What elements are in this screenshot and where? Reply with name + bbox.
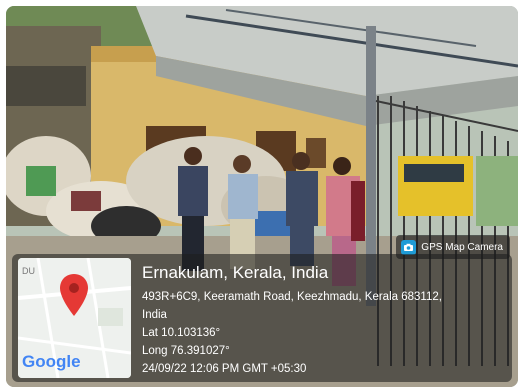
gps-camera-label: GPS Map Camera [421, 241, 503, 253]
mini-map: DU Google [18, 258, 131, 378]
google-logo: Google [22, 352, 81, 371]
address-line-2: India [142, 309, 167, 321]
map-pin-icon [58, 272, 90, 323]
datetime: 24/09/22 12:06 PM GMT +05:30 [142, 363, 307, 375]
address-line-1: 493R+6C9, Keeramath Road, Keezhmadu, Ker… [142, 291, 442, 303]
latitude: Lat 10.103136° [142, 327, 221, 339]
location-text: Ernakulam, Kerala, India 493R+6C9, Keera… [142, 262, 506, 378]
camera-icon [401, 239, 417, 255]
location-overlay: DU Google Ernakulam, Kerala, India 493R+… [12, 254, 512, 382]
photo-frame: GPS Map Camera DU Google Ernakulam, Kera… [6, 6, 518, 387]
longitude: Long 76.391027° [142, 345, 230, 357]
location-title: Ernakulam, Kerala, India [142, 263, 329, 282]
map-label: DU [22, 266, 35, 276]
